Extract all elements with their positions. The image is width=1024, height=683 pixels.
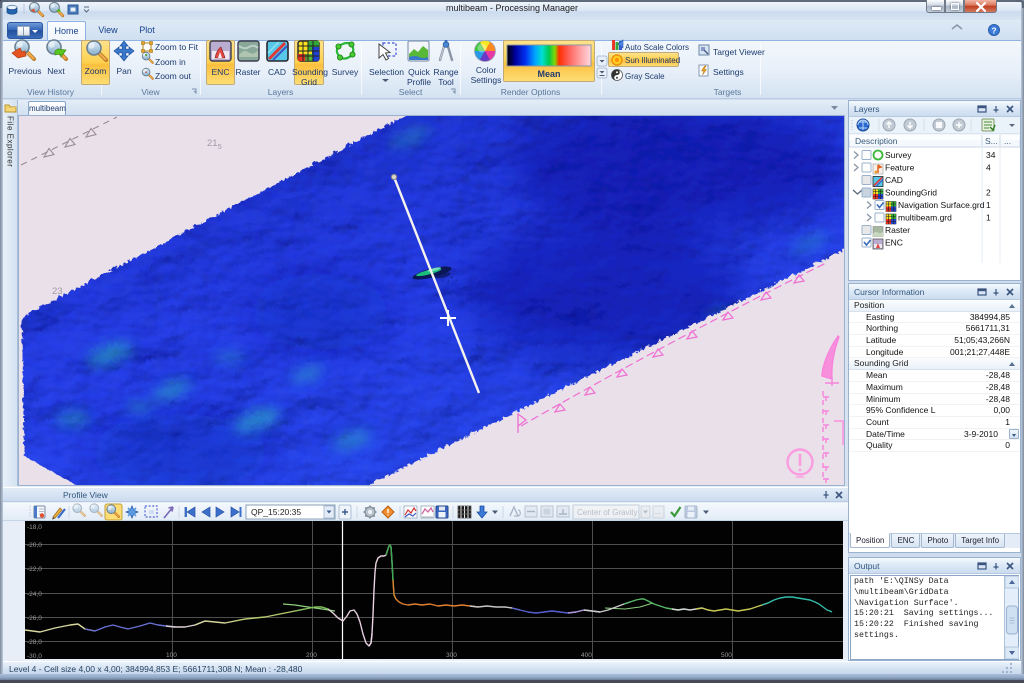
- svg-text:...: ...: [1004, 136, 1011, 146]
- svg-text:-26,0: -26,0: [27, 615, 42, 622]
- svg-text:SoundingGrid: SoundingGrid: [885, 188, 937, 198]
- svg-text:500: 500: [721, 652, 732, 659]
- svg-text:Survey: Survey: [885, 150, 912, 160]
- svg-text:ENC: ENC: [885, 238, 903, 248]
- svg-text:Center of Gravity: Center of Gravity: [577, 508, 637, 517]
- svg-text:Description: Description: [855, 136, 898, 146]
- svg-text:100: 100: [166, 652, 177, 659]
- svg-text:1: 1: [986, 213, 991, 223]
- svg-text:...: ...: [655, 509, 661, 516]
- svg-text:400: 400: [581, 652, 592, 659]
- svg-text:S...: S...: [985, 136, 998, 146]
- svg-text:-24,0: -24,0: [27, 591, 42, 598]
- svg-text:2: 2: [986, 188, 991, 198]
- svg-text:QP_15:20:35: QP_15:20:35: [251, 507, 301, 517]
- svg-text:-28,0: -28,0: [27, 639, 42, 646]
- svg-text:-30,0: -30,0: [27, 653, 42, 659]
- svg-text:4: 4: [986, 163, 991, 173]
- svg-text:300: 300: [446, 652, 457, 659]
- svg-text:?: ?: [991, 26, 996, 36]
- svg-text:-18,0: -18,0: [27, 524, 42, 531]
- svg-text:Raster: Raster: [885, 225, 910, 235]
- svg-text:-22,0: -22,0: [27, 566, 42, 573]
- svg-text:-20,0: -20,0: [27, 542, 42, 549]
- svg-text:CAD: CAD: [885, 175, 903, 185]
- svg-text:200: 200: [306, 652, 317, 659]
- svg-text:multibeam.grd: multibeam.grd: [898, 213, 952, 223]
- svg-text:Feature: Feature: [885, 163, 915, 173]
- svg-text:Navigation Surface.grd: Navigation Surface.grd: [898, 200, 985, 210]
- svg-text:1: 1: [986, 200, 991, 210]
- svg-text:34: 34: [986, 150, 996, 160]
- svg-text:23: 23: [52, 286, 63, 297]
